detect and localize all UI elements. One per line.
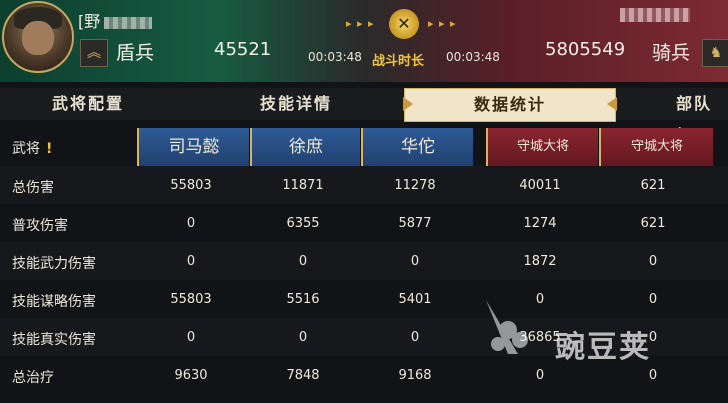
player-troop-count: 45521 (214, 39, 272, 60)
player-timer: 00:03:48 (308, 50, 362, 64)
general-header-3[interactable]: 华佗 (361, 128, 473, 166)
enemy-name-blur (620, 8, 690, 22)
tab-troops[interactable]: 部队加 (676, 88, 728, 145)
tab-data-statistics-label: 数据统计 (473, 95, 546, 114)
player-avatar[interactable] (2, 1, 74, 73)
enemy-timer: 00:03:48 (446, 50, 500, 64)
cell: 6355 (286, 216, 320, 231)
battle-duration-label: 战斗时长 (372, 54, 425, 69)
cell: 0 (535, 368, 545, 383)
tab-corner-right (607, 97, 617, 111)
enemy-troop-count: 5805549 (545, 39, 626, 60)
arrows-right-icon: ▸ ▸ ▸ (428, 17, 457, 30)
enemy-troop-type: 骑兵 (652, 42, 691, 64)
row-label: 总治疗 (12, 370, 54, 386)
cell: 55803 (170, 178, 212, 193)
crossed-swords-icon: ✕ (389, 9, 419, 39)
row-label: 总伤害 (12, 180, 54, 196)
cell: 0 (410, 330, 420, 345)
cell: 0 (410, 254, 420, 269)
tab-data-statistics[interactable]: 数据统计 (403, 88, 617, 122)
cavalry-icon: ♞ (702, 39, 728, 67)
cell: 40011 (519, 178, 561, 193)
general-header-2[interactable]: 徐庶 (250, 128, 360, 166)
general-header-5[interactable]: 守城大将 (599, 128, 713, 166)
cell: 0 (298, 254, 308, 269)
cell: 0 (186, 254, 196, 269)
tab-general-config[interactable]: 武将配置 (52, 88, 124, 120)
player-troop-type: 盾兵 (116, 42, 155, 64)
watermark-text: 豌豆荚 (555, 330, 651, 365)
cell: 9630 (174, 368, 208, 383)
row-label: 普攻伤害 (12, 218, 68, 234)
cell: 9168 (398, 368, 432, 383)
cell: 5877 (398, 216, 432, 231)
row-label: 技能谋略伤害 (12, 294, 96, 310)
cell: 11278 (394, 178, 436, 193)
cell: 0 (648, 368, 658, 383)
row-label: 技能真实伤害 (12, 332, 96, 348)
name-blur (104, 16, 153, 29)
player-name: [野 (78, 8, 153, 32)
face-shape (22, 21, 54, 55)
cell: 11871 (282, 178, 324, 193)
player-name-text: [野 (78, 12, 101, 31)
cell: 0 (186, 216, 196, 231)
cell: 621 (640, 216, 666, 231)
tab-skill-details[interactable]: 技能详情 (260, 88, 332, 120)
cell: 0 (648, 254, 658, 269)
cell: 5401 (398, 292, 432, 307)
cell: 1872 (523, 254, 557, 269)
general-header-label: 武将! (12, 138, 52, 158)
cell: 5516 (286, 292, 320, 307)
general-header-text: 武将 (12, 141, 40, 157)
warning-icon: ! (46, 141, 53, 157)
tab-corner-left (403, 97, 413, 111)
cell: 7848 (286, 368, 320, 383)
general-header-4[interactable]: 守城大将 (486, 128, 598, 166)
chevron-icon: ︽ (80, 39, 108, 67)
general-header-1[interactable]: 司马懿 (137, 128, 249, 166)
cell: 0 (648, 292, 658, 307)
cell: 621 (640, 178, 666, 193)
cell: 0 (186, 330, 196, 345)
peapod-logo-icon (486, 300, 528, 354)
cell: 0 (298, 330, 308, 345)
cell: 55803 (170, 292, 212, 307)
row-label: 技能武力伤害 (12, 256, 96, 272)
cell: 1274 (523, 216, 557, 231)
arrows-left-icon: ▸ ▸ ▸ (346, 17, 375, 30)
